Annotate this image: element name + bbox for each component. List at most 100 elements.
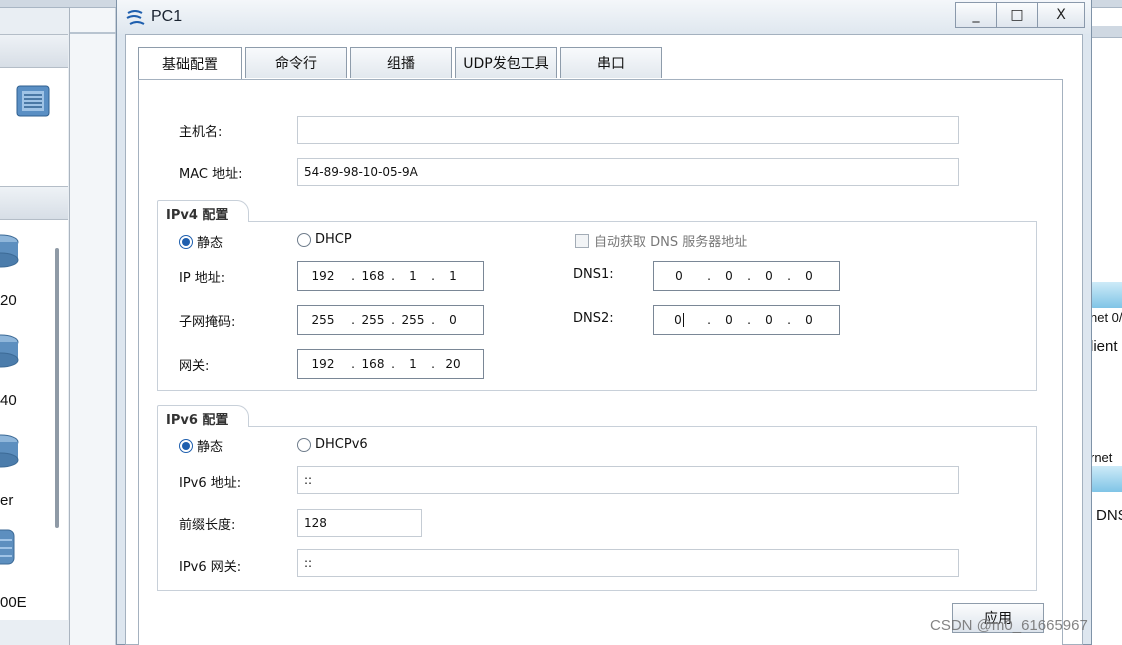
mac-field[interactable]: 54-89-98-10-05-9A [297, 158, 959, 186]
palette-header-2 [0, 186, 68, 220]
canvas-edge [70, 8, 116, 645]
mask-octet-4: 0 [449, 313, 457, 327]
checkbox-icon [575, 233, 589, 248]
subnet-mask-label: 子网掩码: [179, 315, 236, 330]
prefix-length-label: 前缀长度: [179, 518, 236, 533]
dns1-octet-4: 0 [805, 269, 813, 283]
ipv6-section-title: IPv6 配置 [157, 405, 249, 428]
dns1-input[interactable]: 0. 0. 0. 0 [653, 261, 840, 291]
device-palette: 20 40 er 00E [0, 8, 70, 645]
palette-body-top [0, 68, 68, 186]
radio-selected-icon [179, 234, 193, 249]
device-label: 40 [0, 392, 17, 409]
hostname-input[interactable] [297, 116, 959, 144]
ipv4-section-title: IPv4 配置 [157, 200, 249, 223]
canvas-label: net 0/ [1090, 310, 1122, 325]
radio-unselected-icon [297, 437, 311, 452]
close-icon: X [1056, 7, 1066, 23]
text-cursor [682, 313, 684, 328]
window-title: PC1 [151, 8, 183, 25]
mask-octet-3: 255 [401, 313, 425, 327]
maximize-icon: □ [1010, 7, 1024, 23]
device-label: 00E [0, 594, 27, 611]
radio-unselected-icon [297, 232, 311, 247]
gw-octet-4: 20 [445, 357, 461, 371]
ip-octet-2: 168 [361, 269, 385, 283]
gateway-label: 网关: [179, 359, 210, 374]
canvas-label: rnet [1090, 450, 1113, 465]
firewall-icon[interactable] [0, 528, 18, 566]
mask-octet-1: 255 [311, 313, 335, 327]
dialog-content: 基础配置 命令行 组播 UDP发包工具 串口 主机名: MAC 地址: 54-8… [125, 34, 1083, 645]
ip-octet-1: 192 [311, 269, 335, 283]
ipv4-static-radio[interactable]: 静态 [179, 232, 223, 251]
prefix-length-input[interactable]: 128 [297, 509, 422, 537]
dns1-octet-2: 0 [725, 269, 733, 283]
ipv4-dhcp-radio[interactable]: DHCP [297, 232, 352, 247]
ipv6-gateway-label: IPv6 网关: [179, 560, 242, 575]
ipv6-gateway-input[interactable]: :: [297, 549, 959, 577]
topology-canvas-edge [1090, 8, 1122, 645]
ip-octet-3: 1 [409, 269, 417, 283]
tab-basic-config[interactable]: 基础配置 [138, 47, 242, 79]
ipv4-dhcp-label: DHCP [315, 232, 352, 247]
window-controls: _ □ X [955, 2, 1085, 28]
ipv6-address-label: IPv6 地址: [179, 476, 242, 491]
close-button[interactable]: X [1037, 2, 1085, 28]
tab-multicast[interactable]: 组播 [350, 47, 452, 78]
radio-selected-icon [179, 438, 193, 453]
ipv6-static-label: 静态 [197, 440, 224, 455]
minimize-icon: _ [972, 7, 980, 23]
http-client-icon[interactable] [1090, 282, 1122, 308]
ensp-app-icon [126, 10, 145, 25]
router-icon[interactable] [0, 432, 20, 470]
hostname-label: 主机名: [179, 125, 223, 140]
gw-octet-2: 168 [361, 357, 385, 371]
dns1-label: DNS1: [573, 267, 614, 282]
subnet-mask-input[interactable]: 255. 255. 255. 0 [297, 305, 484, 335]
ipv4-static-label: 静态 [197, 236, 224, 251]
canvas-label: DNS [1096, 507, 1122, 524]
ip-address-input[interactable]: 192. 168. 1. 1 [297, 261, 484, 291]
dns2-octet-1: 0 [674, 312, 684, 328]
dns2-octet-2: 0 [725, 313, 733, 327]
ipv6-static-radio[interactable]: 静态 [179, 436, 223, 455]
gw-octet-1: 192 [311, 357, 335, 371]
tab-udp-tool[interactable]: UDP发包工具 [455, 47, 557, 78]
palette-scrollbar[interactable] [55, 248, 59, 528]
pc1-config-window: PC1 _ □ X 基础配置 命令行 组播 UDP发包工具 串口 主机名: MA… [116, 0, 1092, 645]
csdn-watermark: CSDN @m0_61665967 [930, 617, 1088, 634]
ipv6-address-input[interactable]: :: [297, 466, 959, 494]
ip-octet-4: 1 [449, 269, 457, 283]
mac-label: MAC 地址: [179, 167, 243, 182]
dns2-octet-4: 0 [805, 313, 813, 327]
ip-address-label: IP 地址: [179, 271, 226, 286]
ipv6-dhcp-radio[interactable]: DHCPv6 [297, 437, 368, 452]
router-icon[interactable] [0, 332, 20, 370]
dns1-octet-3: 0 [765, 269, 773, 283]
device-label: er [0, 492, 14, 509]
minimize-button[interactable]: _ [955, 2, 997, 28]
ipv6-dhcp-label: DHCPv6 [315, 437, 368, 452]
tab-serial[interactable]: 串口 [560, 47, 662, 78]
window-titlebar[interactable]: PC1 _ □ X [117, 0, 1091, 34]
gw-octet-3: 1 [409, 357, 417, 371]
auto-dns-label: 自动获取 DNS 服务器地址 [594, 235, 748, 250]
device-label: 20 [0, 292, 17, 309]
palette-header [0, 34, 68, 68]
dns2-label: DNS2: [573, 311, 614, 326]
canvas-label: lient [1090, 338, 1118, 355]
switch-icon[interactable] [14, 82, 52, 120]
dns1-octet-1: 0 [675, 269, 683, 283]
tab-command-line[interactable]: 命令行 [245, 47, 347, 78]
maximize-button[interactable]: □ [996, 2, 1038, 28]
auto-dns-checkbox[interactable]: 自动获取 DNS 服务器地址 [575, 231, 747, 250]
mask-octet-2: 255 [361, 313, 385, 327]
basic-config-panel: 主机名: MAC 地址: 54-89-98-10-05-9A IPv4 配置 静… [138, 79, 1063, 645]
dns2-octet-3: 0 [765, 313, 773, 327]
dns-server-icon[interactable] [1090, 466, 1122, 492]
router-icon[interactable] [0, 232, 20, 270]
tab-bar: 基础配置 命令行 组播 UDP发包工具 串口 [138, 47, 665, 79]
dns2-input[interactable]: 0. 0. 0. 0 [653, 305, 840, 335]
gateway-input[interactable]: 192. 168. 1. 20 [297, 349, 484, 379]
